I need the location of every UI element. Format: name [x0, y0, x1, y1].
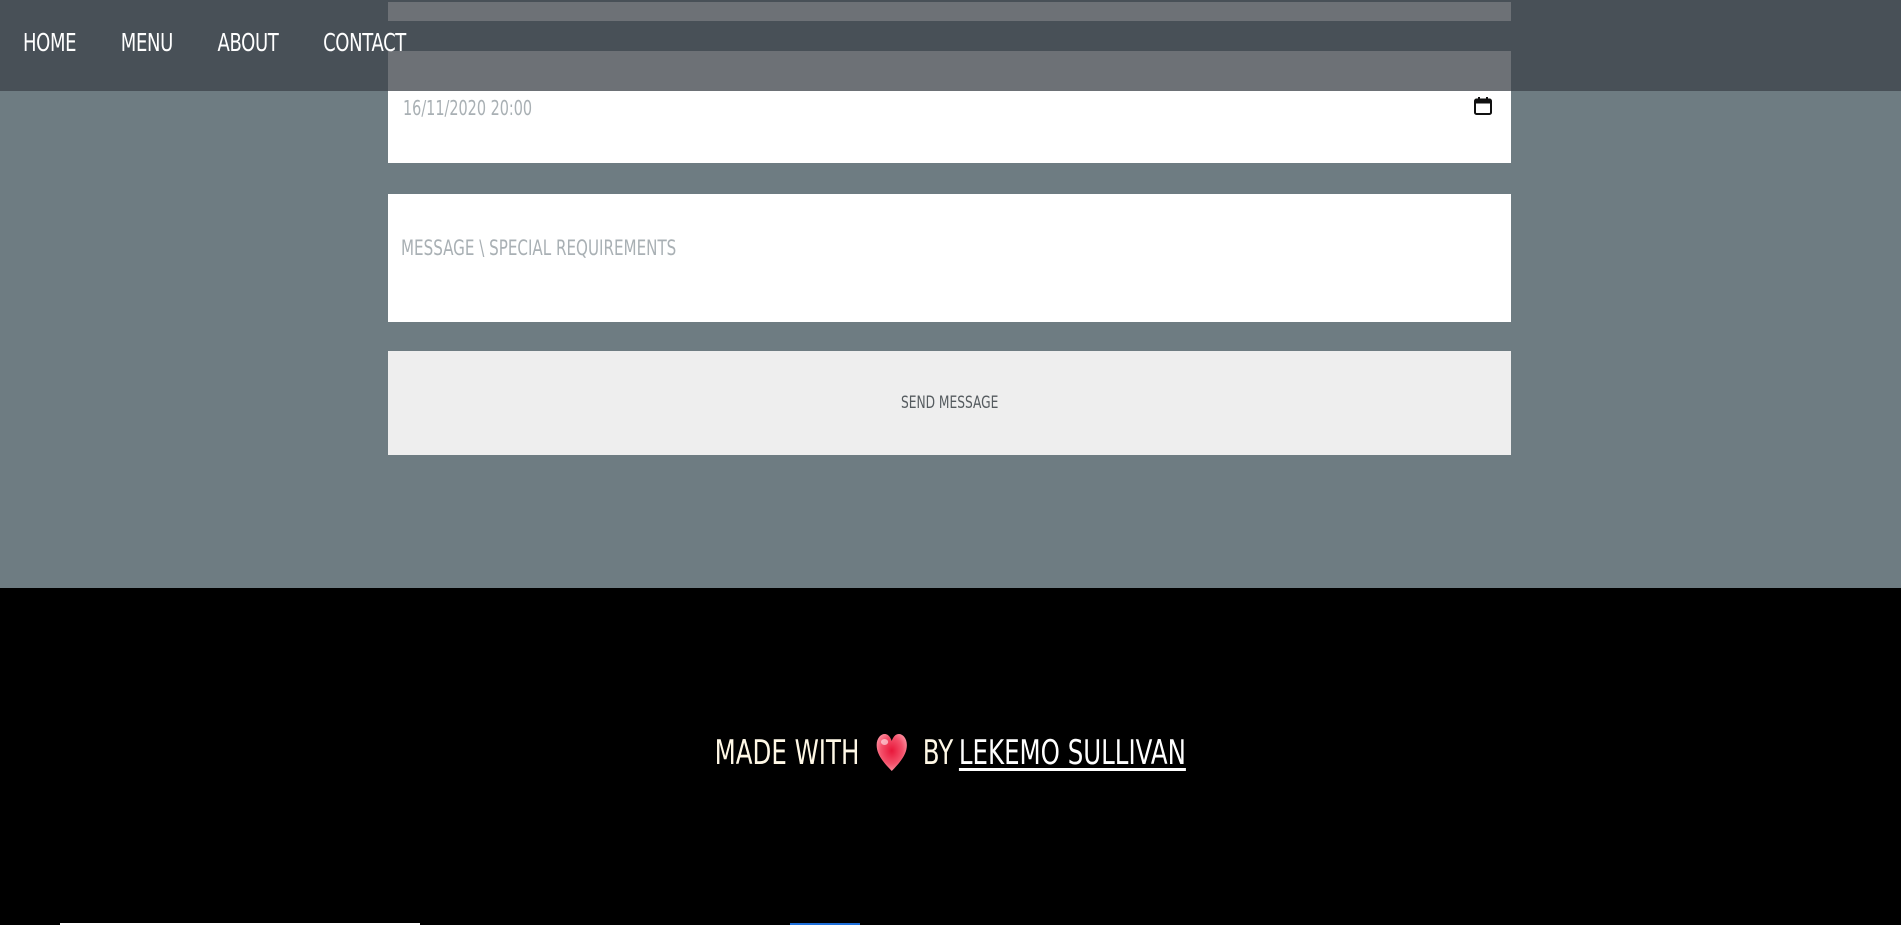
message-placeholder: MESSAGE \ SPECIAL REQUIREMENTS [401, 236, 677, 260]
top-navigation-bar: HOME MENU ABOUT CONTACT [0, 0, 1901, 91]
calendar-icon[interactable] [1473, 96, 1493, 116]
nav-item-menu[interactable]: MENU [121, 28, 173, 57]
nav-item-contact[interactable]: CONTACT [323, 28, 406, 57]
date-time-value: 16/11/2020 20:00 [403, 96, 533, 120]
author-link[interactable]: LEKEMO SULLIVAN [959, 733, 1186, 773]
send-message-label: SEND MESSAGE [900, 393, 999, 413]
heart-icon [875, 733, 908, 773]
footer-credit-text: MADE WITH BY LEKEMO SULLIVAN [715, 733, 1186, 773]
message-textarea[interactable]: MESSAGE \ SPECIAL REQUIREMENTS [388, 194, 1511, 322]
nav-links: HOME MENU ABOUT CONTACT [23, 28, 406, 57]
made-with-text: MADE WITH [714, 733, 860, 773]
nav-item-about[interactable]: ABOUT [218, 28, 279, 57]
nav-item-home[interactable]: HOME [23, 28, 77, 57]
footer-credit: MADE WITH BY LEKEMO SULLIVAN [0, 733, 1901, 773]
page: HOME MENU ABOUT CONTACT 16/11/2020 20:00… [0, 0, 1901, 925]
footer: MADE WITH BY LEKEMO SULLIVAN [0, 588, 1901, 925]
send-message-button[interactable]: SEND MESSAGE [388, 351, 1511, 455]
by-text: BY [922, 733, 954, 773]
